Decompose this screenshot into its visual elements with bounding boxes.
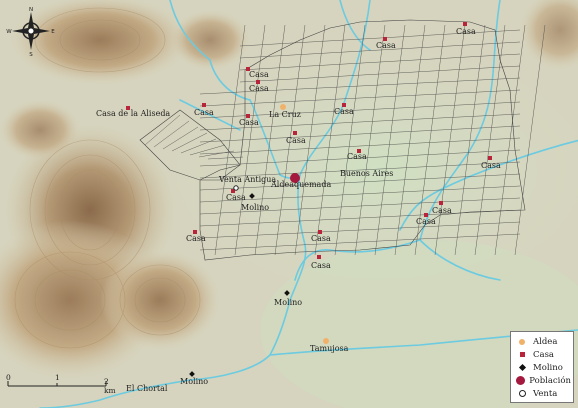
place-label-la-cruz: La Cruz bbox=[269, 110, 301, 119]
legend-item-venta: Venta bbox=[515, 387, 571, 400]
place-label: Casa bbox=[456, 27, 476, 36]
casa-marker[interactable] bbox=[317, 255, 321, 259]
place-label: Casa bbox=[249, 70, 269, 79]
place-label: Casa bbox=[347, 152, 367, 161]
legend-label: Casa bbox=[533, 349, 555, 360]
aldea-icon bbox=[515, 338, 529, 345]
place-label: Casa bbox=[416, 217, 436, 226]
molino-marker[interactable] bbox=[249, 193, 255, 199]
place-label: Casa bbox=[249, 84, 269, 93]
scale-bar: 0 1 2 km bbox=[6, 373, 122, 395]
legend: Aldea Casa Molino Población Venta bbox=[510, 331, 574, 403]
place-label: Casa bbox=[376, 41, 396, 50]
legend-item-casa: Casa bbox=[515, 348, 571, 361]
place-label-venta-antigua: Venta Antigua bbox=[219, 175, 277, 184]
legend-label: Población bbox=[529, 375, 571, 386]
casa-marker[interactable] bbox=[488, 156, 492, 160]
legend-label: Aldea bbox=[533, 336, 558, 347]
place-label: Casa bbox=[481, 161, 501, 170]
place-label: Casa bbox=[226, 193, 246, 202]
place-label-buenos-aires: Buenos Aires bbox=[340, 169, 394, 178]
casa-marker[interactable] bbox=[439, 201, 443, 205]
legend-item-molino: Molino bbox=[515, 361, 571, 374]
poblacion-icon bbox=[515, 376, 525, 385]
scale-label-mid: 1 bbox=[55, 373, 60, 382]
place-label: Casa bbox=[239, 118, 259, 127]
casa-marker[interactable] bbox=[202, 103, 206, 107]
casa-markers bbox=[126, 22, 492, 259]
place-label: Casa bbox=[311, 261, 331, 270]
casa-marker[interactable] bbox=[463, 22, 467, 26]
place-label: Molino bbox=[241, 203, 270, 212]
molino-marker[interactable] bbox=[284, 290, 290, 296]
place-label: Casa bbox=[311, 234, 331, 243]
legend-item-poblacion: Población bbox=[515, 374, 571, 387]
markers-layer bbox=[126, 22, 492, 377]
scale-label-start: 0 bbox=[6, 373, 11, 382]
place-label-aldeaquemada: Aldeaquemada bbox=[271, 180, 332, 189]
place-label-casa-de-la-aliseda: Casa de la Aliseda bbox=[96, 109, 171, 118]
venta-marker-venta-antigua[interactable] bbox=[233, 185, 239, 191]
place-label: Molino bbox=[180, 377, 209, 386]
legend-item-aldea: Aldea bbox=[515, 335, 571, 348]
legend-label: Venta bbox=[533, 388, 558, 399]
place-label: Casa bbox=[334, 107, 354, 116]
place-label: Casa bbox=[186, 234, 206, 243]
place-label: Casa bbox=[194, 108, 214, 117]
place-label: Casa bbox=[286, 136, 306, 145]
casa-marker[interactable] bbox=[293, 131, 297, 135]
legend-label: Molino bbox=[533, 362, 563, 373]
venta-icon bbox=[515, 390, 529, 397]
scale-label-end: 2 km bbox=[104, 377, 116, 395]
place-label-tamujosa: Tamujosa bbox=[310, 344, 349, 353]
casa-icon bbox=[515, 352, 529, 357]
place-label: Casa bbox=[432, 206, 452, 215]
map[interactable]: N S E W Casa Casa Casa Casa Casa de la A… bbox=[0, 0, 578, 408]
molino-icon bbox=[515, 363, 529, 372]
molino-marker[interactable] bbox=[189, 371, 195, 377]
place-label-el-chortal: El Chortal bbox=[126, 384, 168, 393]
place-label: Molino bbox=[274, 298, 303, 307]
